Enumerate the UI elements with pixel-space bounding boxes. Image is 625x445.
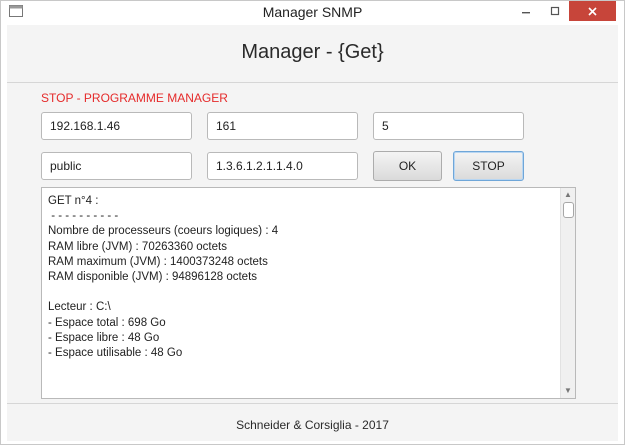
port-input[interactable] xyxy=(207,112,358,140)
minimize-icon xyxy=(522,12,530,14)
maximize-button[interactable] xyxy=(541,1,568,21)
output-line: - Espace total : 698 Go xyxy=(48,316,166,329)
output-line: RAM libre (JVM) : 70263360 octets xyxy=(48,240,227,253)
page-title: Manager - {Get} xyxy=(241,41,384,63)
output-line: - - - - - - - - - - xyxy=(48,210,119,223)
main-content: STOP - PROGRAMME MANAGER OK STOP GET n°4… xyxy=(7,83,618,403)
output-text: GET n°4 : - - - - - - - - - - Nombre de p… xyxy=(48,194,557,361)
output-scrollbar[interactable]: ▲ ▼ xyxy=(560,188,575,398)
scrollbar-thumb[interactable] xyxy=(563,202,574,218)
interval-input[interactable] xyxy=(373,112,524,140)
footer-panel: Schneider & Corsiglia - 2017 xyxy=(7,403,618,441)
output-line: - Espace libre : 48 Go xyxy=(48,331,160,344)
app-window: Manager SNMP Manager - {Get} STOP - PROG… xyxy=(0,0,625,445)
output-line: GET n°4 : xyxy=(48,195,99,207)
output-line: RAM disponible (JVM) : 94896128 octets xyxy=(48,271,258,284)
header-panel: Manager - {Get} xyxy=(7,25,618,83)
status-label: STOP - PROGRAMME MANAGER xyxy=(41,91,228,105)
minimize-button[interactable] xyxy=(512,1,540,21)
close-button[interactable] xyxy=(569,1,616,21)
stop-button[interactable]: STOP xyxy=(453,151,524,181)
ok-button[interactable]: OK xyxy=(373,151,442,181)
scroll-up-arrow-icon[interactable]: ▲ xyxy=(561,188,575,202)
title-bar[interactable]: Manager SNMP xyxy=(1,1,624,24)
footer-credits: Schneider & Corsiglia - 2017 xyxy=(236,418,389,432)
oid-input[interactable] xyxy=(207,152,358,180)
ip-address-input[interactable] xyxy=(41,112,192,140)
maximize-icon xyxy=(550,6,559,16)
output-line: - Espace utilisable : 48 Go xyxy=(48,347,183,360)
output-line: RAM maximum (JVM) : 1400373248 octets xyxy=(48,255,268,268)
output-textarea[interactable]: GET n°4 : - - - - - - - - - - Nombre de p… xyxy=(41,187,576,399)
close-icon xyxy=(588,6,597,16)
output-line: Lecteur : C:\ xyxy=(48,301,111,314)
community-input[interactable] xyxy=(41,152,192,180)
scroll-down-arrow-icon[interactable]: ▼ xyxy=(561,384,575,398)
output-line: Nombre de processeurs (coeurs logiques) … xyxy=(48,225,279,238)
